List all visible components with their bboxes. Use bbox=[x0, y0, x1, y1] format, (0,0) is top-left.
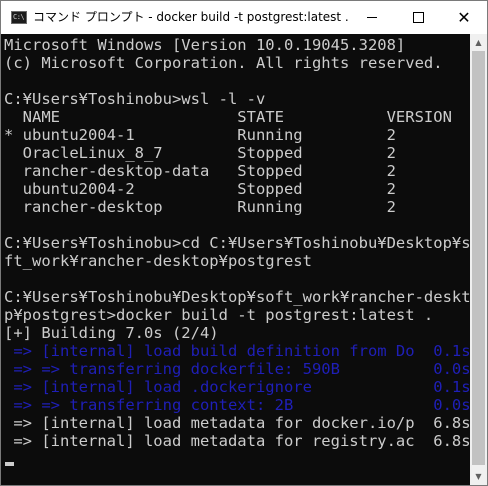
console-line: * ubuntu2004-1 Running 2 bbox=[4, 126, 396, 144]
console-line: rancher-desktop Running 2 bbox=[4, 198, 396, 216]
console-line: (c) Microsoft Corporation. All rights re… bbox=[4, 54, 443, 72]
console-line: NAME STATE VERSION bbox=[4, 108, 452, 126]
console-line: => [internal] load build definition from… bbox=[4, 342, 470, 360]
maximize-icon bbox=[412, 12, 424, 23]
console-line: rancher-desktop-data Stopped 2 bbox=[4, 162, 396, 180]
scrollbar-thumb[interactable] bbox=[472, 51, 485, 465]
close-button[interactable]: ✕ bbox=[441, 1, 487, 34]
console-line: => => transferring dockerfile: 590B 0.0s bbox=[4, 360, 470, 378]
console-line: => [internal] load metadata for docker.i… bbox=[4, 414, 470, 432]
console-line: p¥postgrest>docker build -t postgrest:la… bbox=[4, 306, 434, 324]
console-line: Microsoft Windows [Version 10.0.19045.32… bbox=[4, 36, 406, 54]
command-prompt-window: C:\ コマンド プロンプト - docker build -t postgre… bbox=[0, 0, 488, 486]
console-line: => => transferring context: 2B 0.0s bbox=[4, 396, 470, 414]
window-title: コマンド プロンプト - docker build -t postgrest:l… bbox=[33, 10, 349, 24]
maximize-button[interactable] bbox=[395, 1, 441, 34]
scroll-down-arrow-icon[interactable]: ▼ bbox=[470, 468, 487, 485]
minimize-button[interactable] bbox=[349, 1, 395, 34]
console-line: [+] Building 7.0s (2/4) bbox=[4, 324, 219, 342]
app-icon-label: C:\ bbox=[13, 13, 25, 21]
console-line: ft_work¥rancher-desktop¥postgrest bbox=[4, 252, 312, 270]
console-line: C:¥Users¥Toshinobu>cd C:¥Users¥Toshinobu… bbox=[4, 234, 470, 252]
console-line: ubuntu2004-2 Stopped 2 bbox=[4, 180, 396, 198]
console-output[interactable]: Microsoft Windows [Version 10.0.19045.32… bbox=[1, 34, 470, 485]
console-line: => [internal] load .dockerignore 0.1s bbox=[4, 378, 470, 396]
console-line: => [internal] load metadata for registry… bbox=[4, 432, 470, 450]
console-line: C:¥Users¥Toshinobu>wsl -l -v bbox=[4, 90, 266, 108]
console-line: OracleLinux_8_7 Stopped 2 bbox=[4, 144, 396, 162]
title-bar[interactable]: C:\ コマンド プロンプト - docker build -t postgre… bbox=[1, 1, 487, 34]
text-cursor bbox=[5, 462, 14, 466]
console-line: C:¥Users¥Toshinobu¥Desktop¥soft_work¥ran… bbox=[4, 288, 470, 306]
vertical-scrollbar[interactable]: ▲ ▼ bbox=[470, 34, 487, 485]
command-prompt-icon[interactable]: C:\ bbox=[11, 11, 27, 24]
scroll-up-arrow-icon[interactable]: ▲ bbox=[470, 34, 487, 51]
minimize-icon bbox=[367, 17, 377, 18]
close-icon: ✕ bbox=[457, 7, 471, 27]
